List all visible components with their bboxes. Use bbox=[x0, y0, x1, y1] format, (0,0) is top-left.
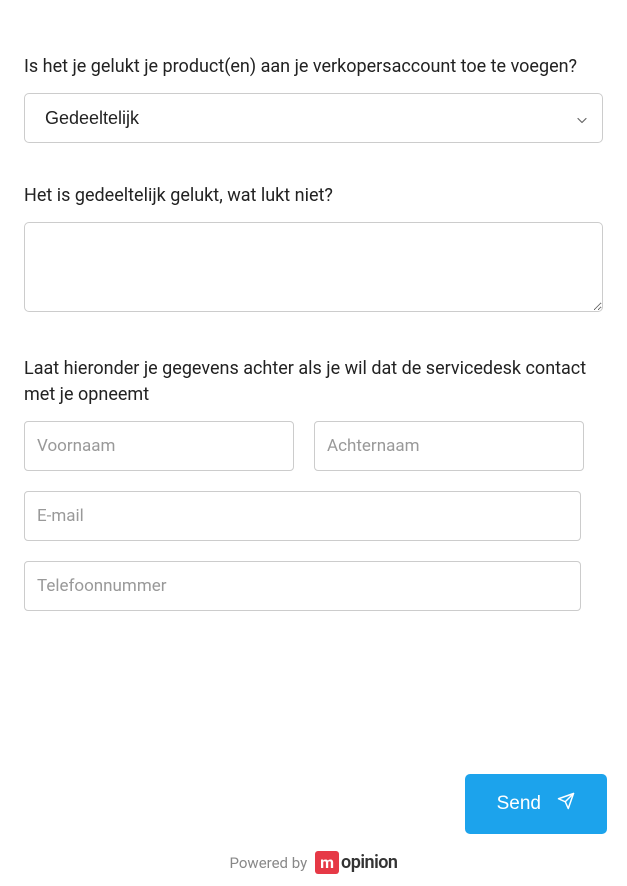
send-button-label: Send bbox=[497, 793, 541, 815]
question1-label: Is het je gelukt je product(en) aan je v… bbox=[24, 54, 603, 79]
email-field[interactable] bbox=[24, 491, 581, 541]
mopinion-brand-text: opinion bbox=[341, 852, 397, 873]
question2-label: Het is gedeeltelijk gelukt, wat lukt nie… bbox=[24, 183, 603, 208]
what-failed-textarea[interactable] bbox=[24, 222, 603, 312]
question3-label: Laat hieronder je gegevens achter als je… bbox=[24, 356, 603, 406]
send-button[interactable]: Send bbox=[465, 774, 607, 834]
mopinion-m-icon: m bbox=[315, 851, 339, 874]
product-success-select[interactable]: Gedeeltelijk bbox=[24, 93, 603, 143]
footer: Powered by mopinion bbox=[0, 851, 627, 874]
select-wrapper: Gedeeltelijk bbox=[24, 93, 603, 143]
powered-by-text: Powered by bbox=[230, 854, 308, 872]
paper-plane-icon bbox=[557, 792, 575, 816]
mopinion-logo: mopinion bbox=[315, 851, 397, 874]
name-row bbox=[24, 421, 603, 471]
lastname-field[interactable] bbox=[314, 421, 584, 471]
firstname-field[interactable] bbox=[24, 421, 294, 471]
phone-field[interactable] bbox=[24, 561, 581, 611]
